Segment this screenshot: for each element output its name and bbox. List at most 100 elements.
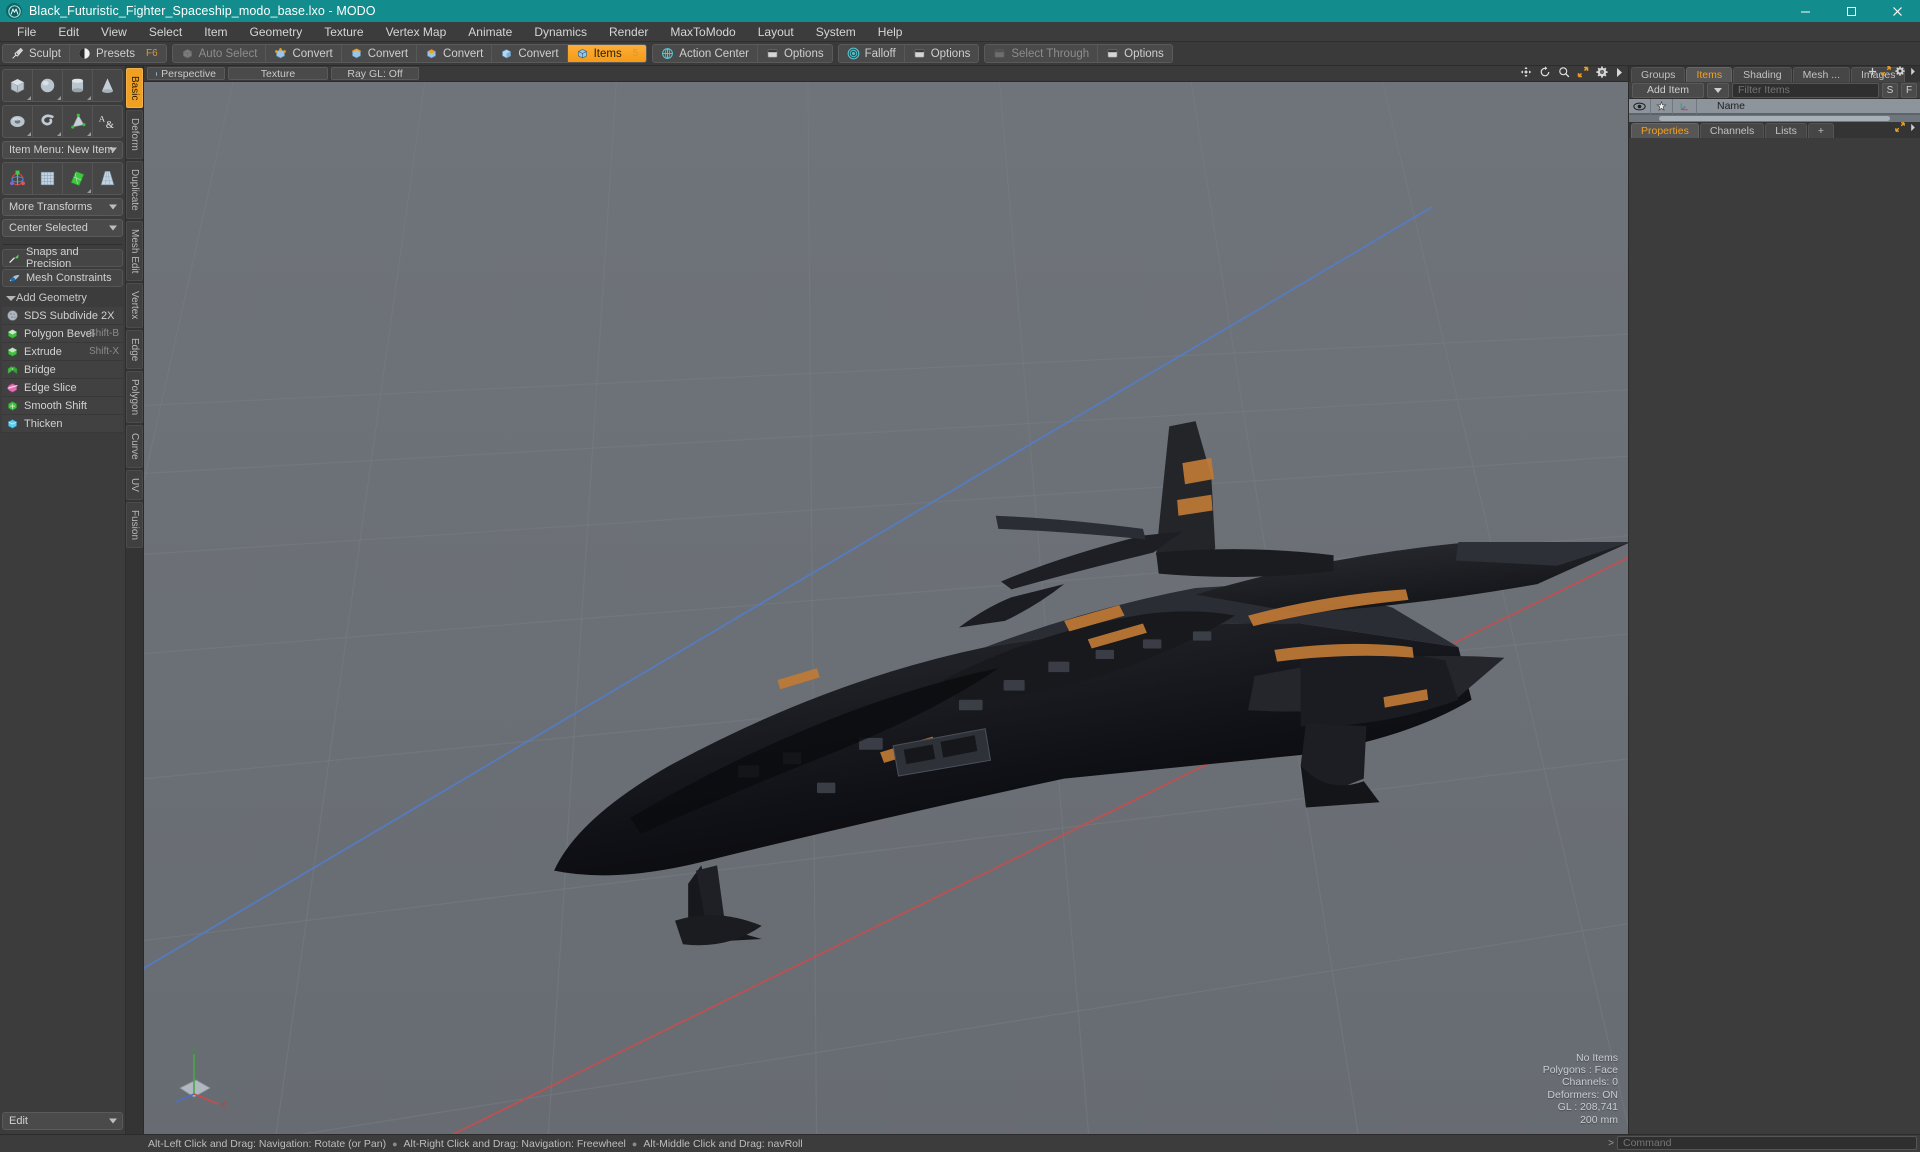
taper-grid-icon[interactable]: [93, 163, 122, 194]
menu-item-animate[interactable]: Animate: [457, 22, 523, 42]
rotate-icon[interactable]: [1539, 65, 1551, 83]
left-tab-fusion[interactable]: Fusion: [126, 501, 143, 548]
scroll-thumb[interactable]: [1659, 115, 1890, 121]
left-tab-vertex[interactable]: Vertex: [126, 283, 143, 328]
bottom-tab-properties[interactable]: Properties: [1631, 122, 1699, 138]
geometry-tool-polygon-bevel[interactable]: Polygon Bevel Shift-B: [2, 325, 123, 343]
toolbar-auto-select-button[interactable]: Auto Select: [173, 45, 267, 62]
right-tab-items[interactable]: Items: [1686, 67, 1733, 83]
toolbar-convert-button[interactable]: Convert: [417, 45, 493, 62]
bottom-tab-lists[interactable]: Lists: [1765, 122, 1807, 138]
minimize-button[interactable]: [1782, 0, 1828, 22]
menu-item-item[interactable]: Item: [193, 22, 238, 42]
toolbar-presets-button[interactable]: Presets F6: [70, 45, 166, 62]
menu-item-edit[interactable]: Edit: [47, 22, 90, 42]
geometry-tool-thicken[interactable]: Thicken: [2, 415, 123, 433]
column-axis[interactable]: [1673, 98, 1697, 114]
menu-item-file[interactable]: File: [6, 22, 47, 42]
torus-primitive-icon[interactable]: [3, 106, 33, 137]
menu-item-render[interactable]: Render: [598, 22, 659, 42]
menu-item-system[interactable]: System: [805, 22, 867, 42]
toolbar-sculpt-button[interactable]: Sculpt: [3, 45, 70, 62]
right-tab-mesh[interactable]: Mesh ...: [1792, 67, 1851, 83]
viewport-tab-raygl[interactable]: Ray GL: Off: [331, 67, 419, 80]
menu-item-texture[interactable]: Texture: [313, 22, 374, 42]
left-tab-edge[interactable]: Edge: [126, 329, 143, 370]
tree-horizontal-scrollbar[interactable]: [1629, 114, 1920, 122]
toolbar-convert-button[interactable]: Convert: [342, 45, 418, 62]
add-item-dropdown[interactable]: [1707, 82, 1729, 98]
toolbar-options-button[interactable]: Options: [758, 45, 832, 62]
toolbar-items-button[interactable]: Items 5: [567, 45, 647, 62]
transform-gizmo-icon[interactable]: [3, 163, 33, 194]
column-visibility[interactable]: [1629, 98, 1651, 114]
geometry-tool-edge-slice[interactable]: Edge Slice: [2, 379, 123, 397]
item-menu-dropdown[interactable]: Item Menu: New Item: [2, 141, 123, 159]
chevron-right-icon[interactable]: [1909, 119, 1917, 137]
chevron-right-icon[interactable]: [1909, 63, 1917, 81]
bottom-tab-channels[interactable]: Channels: [1699, 122, 1765, 138]
zoom-icon[interactable]: [1558, 65, 1570, 83]
shear-grid-icon[interactable]: [63, 163, 93, 194]
menu-item-select[interactable]: Select: [138, 22, 193, 42]
toolbar-options-button[interactable]: Options: [905, 45, 979, 62]
toolbar-falloff-button[interactable]: Falloff: [839, 45, 905, 62]
pan-icon[interactable]: [1520, 65, 1532, 83]
menu-item-dynamics[interactable]: Dynamics: [523, 22, 598, 42]
maximize-button[interactable]: [1828, 0, 1874, 22]
viewport-3d-canvas[interactable]: Y X No Items Polygons : Face Channels: 0 De…: [144, 82, 1628, 1134]
right-tab-shading[interactable]: Shading: [1733, 67, 1792, 83]
bend-grid-icon[interactable]: [33, 163, 63, 194]
geometry-tool-extrude[interactable]: Extrude Shift-X: [2, 343, 123, 361]
cube-primitive-icon[interactable]: [3, 70, 33, 101]
more-transforms-dropdown[interactable]: More Transforms: [2, 198, 123, 216]
toolbar-convert-button[interactable]: Convert: [266, 45, 342, 62]
left-tab-duplicate[interactable]: Duplicate: [126, 161, 143, 219]
column-name[interactable]: Name: [1697, 99, 1920, 114]
menu-item-vertex-map[interactable]: Vertex Map: [375, 22, 458, 42]
viewport-tab-texture[interactable]: Texture: [228, 67, 328, 80]
geometry-tool-sds-subdivide-2x[interactable]: SDS Subdivide 2X: [2, 307, 123, 325]
close-button[interactable]: [1874, 0, 1920, 22]
left-tab-curve[interactable]: Curve: [126, 425, 143, 468]
menu-item-maxtomodo[interactable]: MaxToModo: [659, 22, 746, 42]
add-item-button[interactable]: Add Item: [1632, 82, 1704, 98]
chevron-right-icon[interactable]: [1615, 65, 1624, 83]
edit-dropdown[interactable]: Edit: [2, 1112, 123, 1130]
toolbar-options-button[interactable]: Options: [1098, 45, 1172, 62]
left-tab-uv[interactable]: UV: [126, 469, 143, 500]
left-tab-polygon[interactable]: Polygon: [126, 371, 143, 424]
filter-s-button[interactable]: S: [1882, 82, 1898, 98]
menu-item-geometry[interactable]: Geometry: [239, 22, 314, 42]
fit-icon[interactable]: [1577, 65, 1589, 83]
gear-icon[interactable]: [1895, 63, 1905, 81]
column-lock[interactable]: [1651, 98, 1673, 114]
viewport-tab-perspective[interactable]: Perspective: [147, 67, 225, 80]
toolbar-select-through-button[interactable]: Select Through: [985, 45, 1099, 62]
filter-items-input[interactable]: [1732, 82, 1879, 98]
plus-icon[interactable]: [1868, 63, 1877, 81]
expand-icon[interactable]: [1881, 63, 1891, 81]
spiral-primitive-icon[interactable]: [33, 106, 63, 137]
gear-icon[interactable]: [1596, 65, 1608, 83]
left-tab-mesh-edit[interactable]: Mesh Edit: [126, 220, 143, 282]
right-tab-groups[interactable]: Groups: [1631, 67, 1686, 83]
geometry-tool-bridge[interactable]: Bridge: [2, 361, 123, 379]
expand-icon[interactable]: [1895, 119, 1905, 137]
geometry-tool-smooth-shift[interactable]: Smooth Shift: [2, 397, 123, 415]
left-tab-basic[interactable]: Basic: [126, 68, 143, 109]
mesh-constraints-button[interactable]: Mesh Constraints: [2, 269, 123, 287]
sphere-primitive-icon[interactable]: [33, 70, 63, 101]
cylinder-primitive-icon[interactable]: [63, 70, 93, 101]
center-selected-dropdown[interactable]: Center Selected: [2, 219, 123, 237]
menu-item-layout[interactable]: Layout: [747, 22, 805, 42]
cone-primitive-icon[interactable]: [93, 70, 122, 101]
toolbar-action-center-button[interactable]: Action Center: [653, 45, 758, 62]
toolbar-convert-button[interactable]: Convert: [492, 45, 568, 62]
bottom-tab-add[interactable]: +: [1807, 122, 1834, 138]
teardrop-primitive-icon[interactable]: [63, 106, 93, 137]
menu-item-view[interactable]: View: [90, 22, 138, 42]
command-input[interactable]: [1617, 1136, 1917, 1150]
menu-item-help[interactable]: Help: [867, 22, 914, 42]
add-geometry-header[interactable]: Add Geometry: [2, 289, 123, 307]
